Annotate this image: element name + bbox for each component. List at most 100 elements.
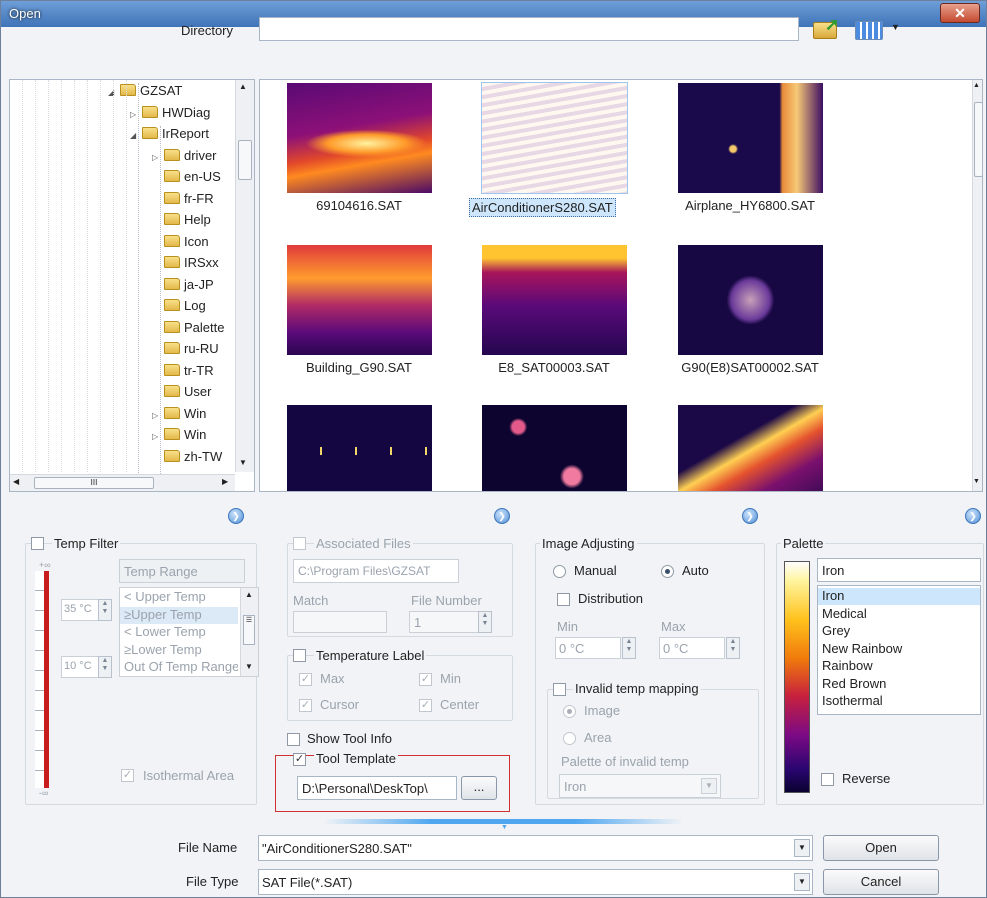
tree-item[interactable]: Help xyxy=(164,212,211,232)
temp-range-option[interactable]: ≥Upper Temp xyxy=(120,606,238,624)
reverse-checkbox[interactable] xyxy=(821,773,834,786)
file-name-caption[interactable]: AirConditionerS280.SAT xyxy=(469,198,616,217)
max-value-spinner[interactable]: ▲ ▼ xyxy=(726,637,740,659)
associated-files-checkbox[interactable] xyxy=(293,537,306,550)
directory-input[interactable] xyxy=(259,17,799,41)
expand-temp-filter-icon[interactable]: ❯ xyxy=(228,508,244,524)
tree-item[interactable]: fr-FR xyxy=(164,191,214,211)
lower-temp-spinner[interactable]: ▲ ▼ xyxy=(98,656,112,678)
file-name-input[interactable]: "AirConditionerS280.SAT" ▼ xyxy=(258,835,813,861)
file-number-input[interactable]: 1 xyxy=(409,611,479,633)
tree-vscrollbar[interactable]: ▲ ▼ xyxy=(235,80,254,472)
palette-option[interactable]: Grey xyxy=(822,623,850,640)
view-mode-button[interactable]: ▼ xyxy=(853,17,901,43)
invalid-temp-mapping-checkbox[interactable] xyxy=(553,683,566,696)
tree-vscroll-thumb[interactable] xyxy=(238,140,252,180)
grid-vscrollbar[interactable]: ▲ ▼ xyxy=(972,80,982,491)
chevron-down-icon[interactable]: ▼ xyxy=(794,839,810,857)
tool-template-checkbox[interactable]: ✓ xyxy=(293,753,306,766)
lower-temp-input[interactable]: 10 °C xyxy=(61,656,99,678)
palette-option[interactable]: Isothermal xyxy=(822,693,883,710)
manual-radio[interactable] xyxy=(553,565,566,578)
tree-item[interactable]: en-US xyxy=(164,169,221,189)
file-number-spinner[interactable]: ▲ ▼ xyxy=(478,611,492,633)
upper-temp-spinner[interactable]: ▲ ▼ xyxy=(98,599,112,621)
center-checkbox[interactable]: ✓ xyxy=(419,699,432,712)
file-thumbnail[interactable] xyxy=(678,245,823,355)
grid-vscroll-thumb[interactable] xyxy=(974,102,982,177)
range-scroll-thumb[interactable]: ☰ xyxy=(243,615,255,645)
min-value-input[interactable]: 0 °C xyxy=(555,637,621,659)
tree-item[interactable]: Icon xyxy=(164,234,209,254)
tree-expander-icon[interactable]: ▷ xyxy=(152,153,164,162)
expand-palette-icon[interactable]: ❯ xyxy=(965,508,981,524)
palette-option[interactable]: Medical xyxy=(822,606,867,623)
tree-item[interactable]: ▷ HWDiag xyxy=(130,105,210,125)
file-thumbnail[interactable] xyxy=(678,405,823,491)
tree-hscrollbar[interactable]: ◀ III ▶ xyxy=(10,474,235,491)
file-name-caption[interactable]: E8_SAT00003.SAT xyxy=(464,360,644,375)
palette-option[interactable]: New Rainbow xyxy=(822,641,902,658)
expand-associated-icon[interactable]: ❯ xyxy=(494,508,510,524)
tree-item[interactable]: ▷ driver xyxy=(152,148,217,168)
palette-select[interactable]: Iron xyxy=(817,558,981,582)
file-thumbnail[interactable] xyxy=(678,83,823,193)
show-tool-info-checkbox[interactable] xyxy=(287,733,300,746)
tree-item[interactable]: ◢ GZSAT xyxy=(108,83,182,103)
upper-temp-input[interactable]: 35 °C xyxy=(61,599,99,621)
file-thumbnail[interactable] xyxy=(287,405,432,491)
temp-range-option[interactable]: Out Of Temp Range xyxy=(124,659,238,676)
temp-range-option[interactable]: < Lower Temp xyxy=(124,624,238,641)
file-thumbnail[interactable] xyxy=(287,83,432,193)
file-name-caption[interactable]: Building_G90.SAT xyxy=(269,360,449,375)
temp-range-list[interactable]: < Upper Temp ≥Upper Temp < Lower Temp ≥Lowe… xyxy=(119,587,259,677)
browse-button[interactable]: ... xyxy=(461,776,497,800)
tree-item[interactable]: Palette xyxy=(164,320,224,340)
tree-item[interactable]: ◢ IrReport xyxy=(130,126,209,146)
auto-radio[interactable] xyxy=(661,565,674,578)
range-list-scrollbar[interactable]: ▲ ☰ ▼ xyxy=(240,588,258,676)
tree-expander-icon[interactable]: ▷ xyxy=(152,411,164,420)
expand-image-adjust-icon[interactable]: ❯ xyxy=(742,508,758,524)
associated-path-input[interactable]: C:\Program Files\GZSAT xyxy=(293,559,459,583)
open-button[interactable]: Open xyxy=(823,835,939,861)
file-thumbnail[interactable] xyxy=(482,245,627,355)
palette-option[interactable]: Rainbow xyxy=(822,658,873,675)
min-checkbox[interactable]: ✓ xyxy=(419,673,432,686)
folder-tree[interactable]: ◢ GZSAT ▷ HWDiag ◢ IrReport ▷ driver en-US fr-FR H… xyxy=(9,79,255,492)
file-type-select[interactable]: SAT File(*.SAT) ▼ xyxy=(258,869,813,895)
tree-item[interactable]: zh-TW xyxy=(164,449,222,469)
tree-expander-icon[interactable]: ◢ xyxy=(130,131,142,140)
file-name-caption[interactable]: G90(E8)SAT00002.SAT xyxy=(660,360,840,375)
temp-range-option[interactable]: < Upper Temp xyxy=(124,589,238,606)
invalid-area-radio[interactable] xyxy=(563,732,576,745)
match-input[interactable] xyxy=(293,611,387,633)
file-grid[interactable]: 69104616.SAT AirConditionerS280.SAT Airpla… xyxy=(259,79,983,492)
file-thumbnail[interactable] xyxy=(481,82,628,194)
temperature-label-checkbox[interactable] xyxy=(293,649,306,662)
palette-invalid-select[interactable]: Iron ▼ xyxy=(559,774,721,798)
cursor-checkbox[interactable]: ✓ xyxy=(299,699,312,712)
tree-hscroll-thumb[interactable]: III xyxy=(34,477,154,489)
tree-expander-icon[interactable]: ▷ xyxy=(152,432,164,441)
close-button[interactable]: ✕ xyxy=(940,3,980,23)
file-name-caption[interactable]: Airplane_HY6800.SAT xyxy=(660,198,840,213)
palette-option[interactable]: Red Brown xyxy=(822,676,886,693)
invalid-image-radio[interactable] xyxy=(563,705,576,718)
folder-up-button[interactable]: ➚ xyxy=(811,15,843,43)
tree-item[interactable]: ja-JP xyxy=(164,277,214,297)
file-thumbnail[interactable] xyxy=(287,245,432,355)
tool-template-path-input[interactable]: D:\Personal\DeskTop\ xyxy=(297,776,457,800)
min-value-spinner[interactable]: ▲ ▼ xyxy=(622,637,636,659)
max-checkbox[interactable]: ✓ xyxy=(299,673,312,686)
tree-item[interactable]: User xyxy=(164,384,211,404)
tree-expander-icon[interactable]: ◢ xyxy=(108,88,120,97)
cancel-button[interactable]: Cancel xyxy=(823,869,939,895)
tree-item[interactable]: Log xyxy=(164,298,206,318)
chevron-down-icon[interactable]: ▼ xyxy=(794,873,810,891)
tree-item[interactable]: IRSxx xyxy=(164,255,219,275)
max-value-input[interactable]: 0 °C xyxy=(659,637,725,659)
tree-item[interactable]: ru-RU xyxy=(164,341,219,361)
palette-list[interactable]: Iron Medical Grey New Rainbow Rainbow Red Bro… xyxy=(817,585,981,715)
tree-expander-icon[interactable]: ▷ xyxy=(130,110,142,119)
